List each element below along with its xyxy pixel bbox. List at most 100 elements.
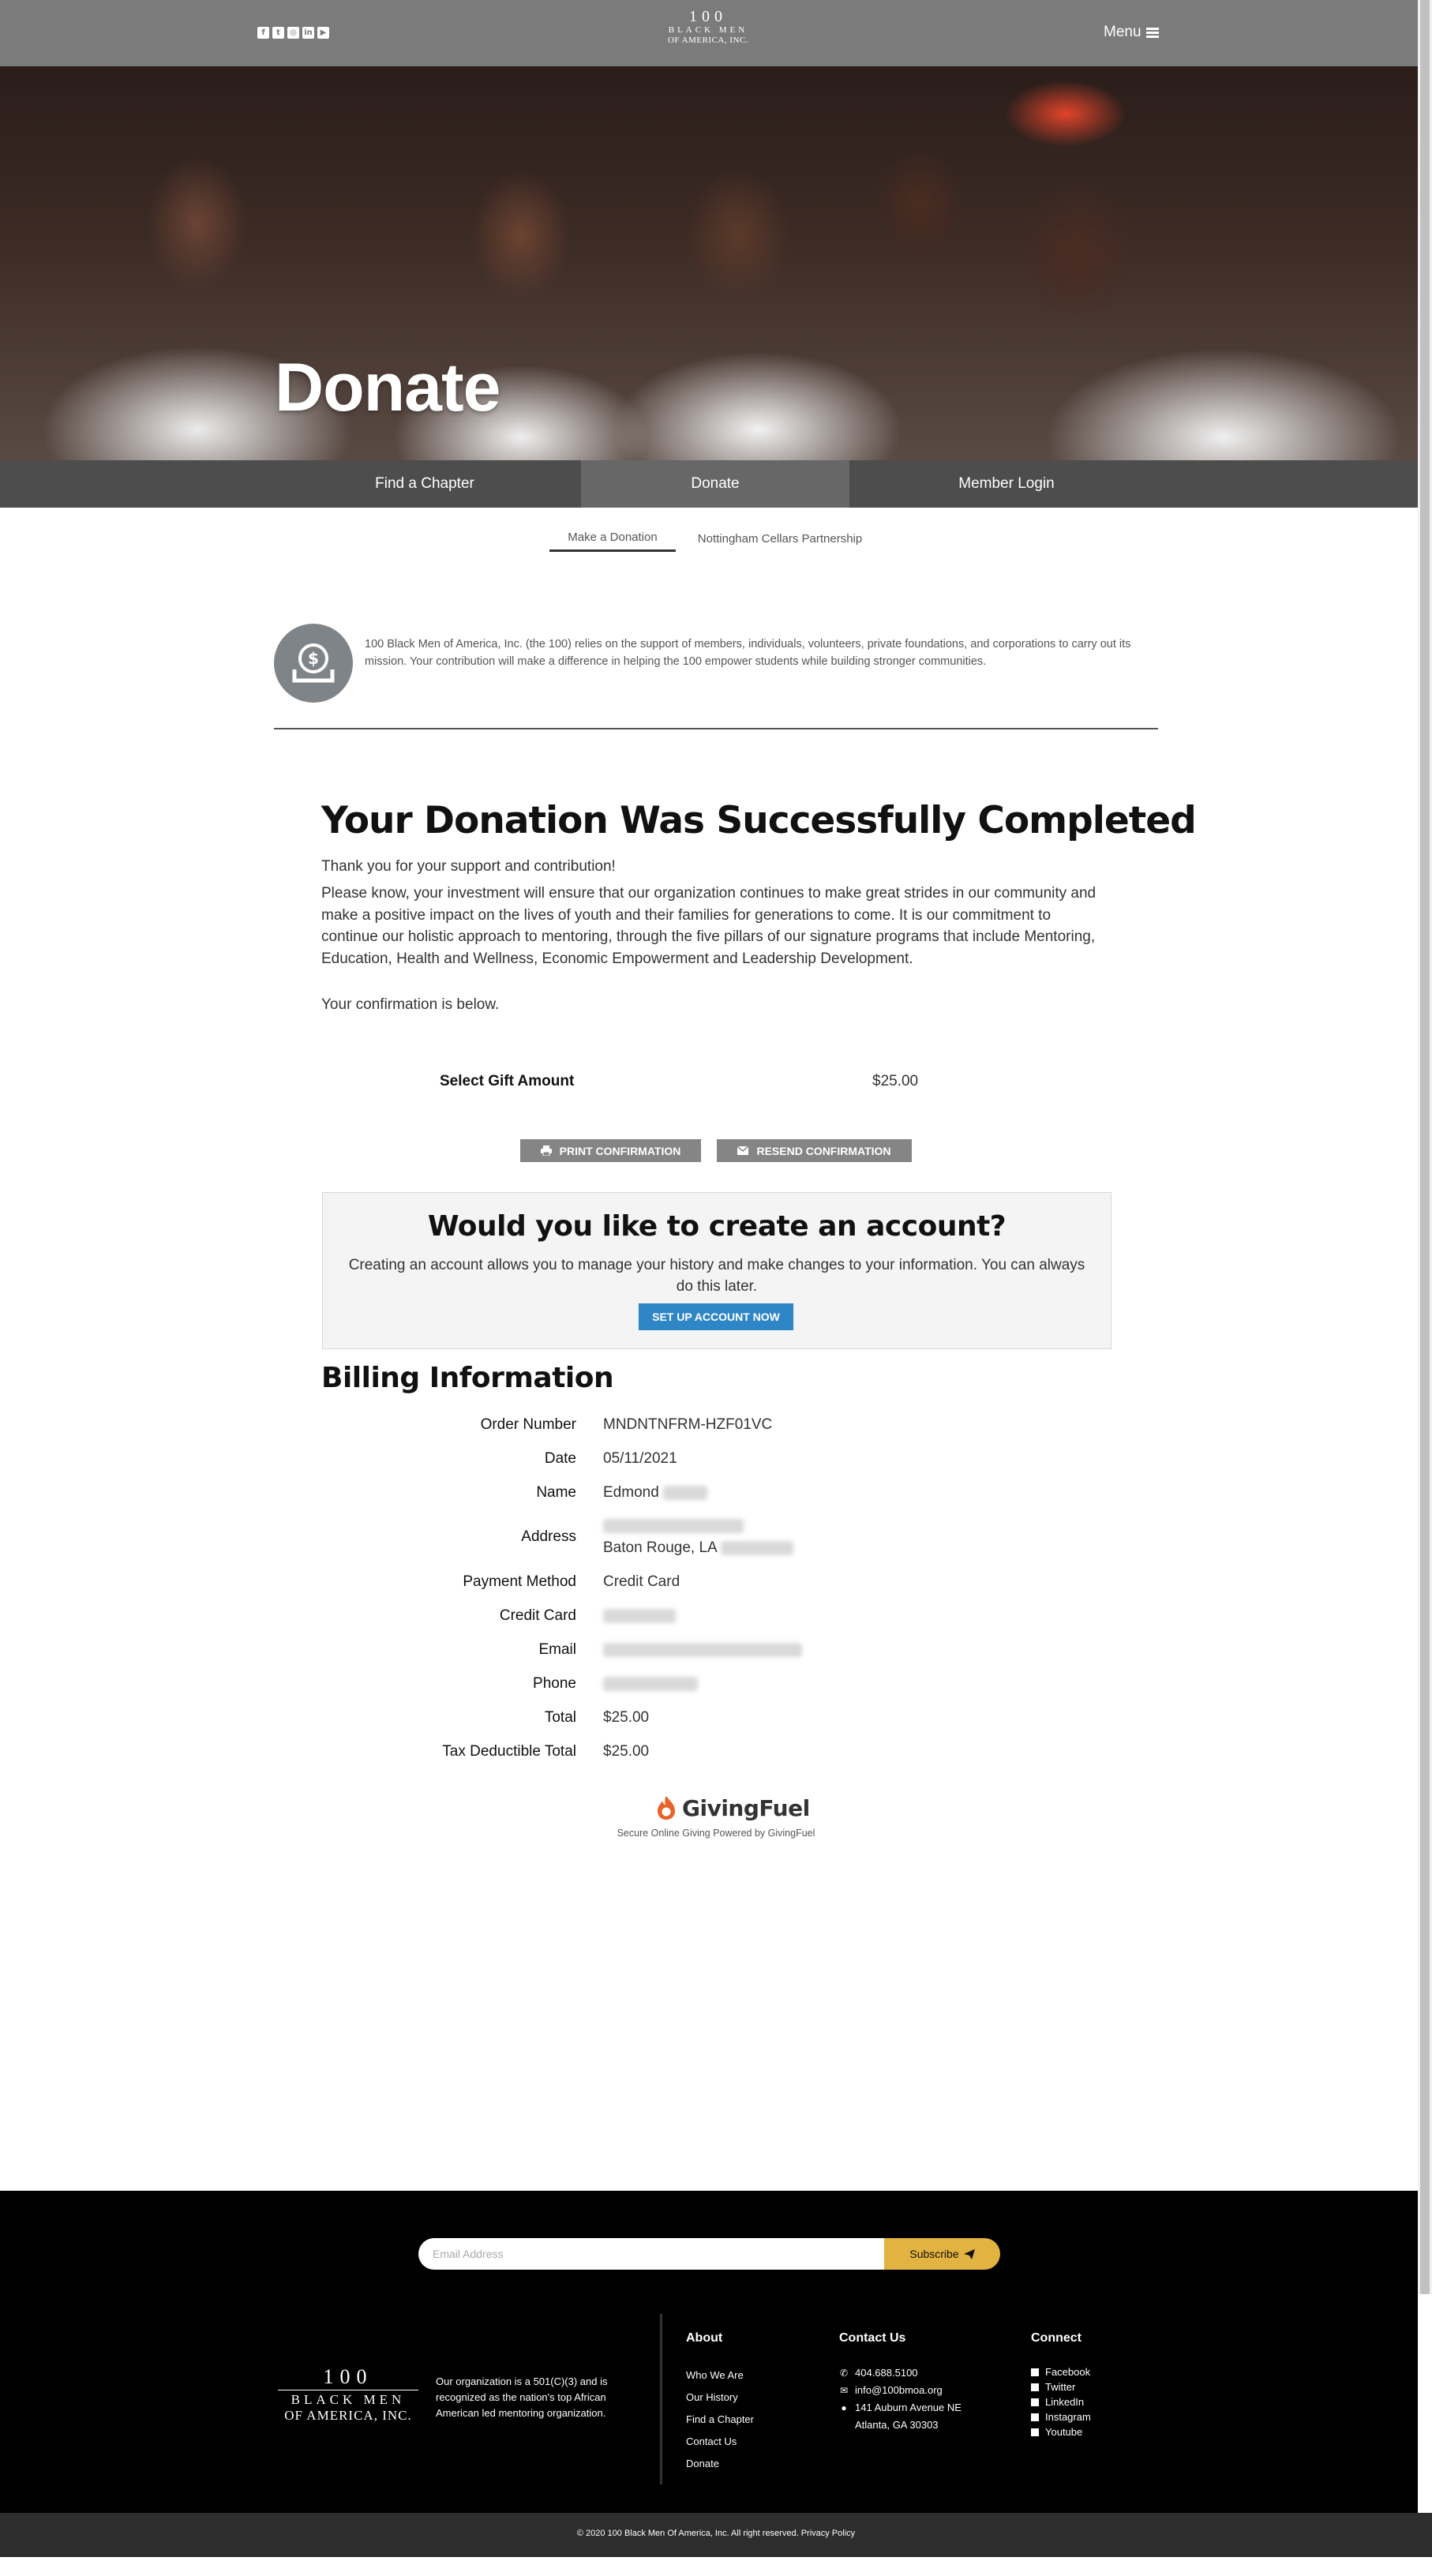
site-logo[interactable]: 100 BLACK MEN OF AMERICA, INC.	[641, 8, 775, 46]
twitter-icon	[1031, 2383, 1039, 2391]
billing-label: Total	[544, 1709, 576, 1726]
youtube-icon[interactable]: ▶	[317, 27, 329, 39]
footer-link[interactable]: Find a Chapter	[686, 2409, 754, 2431]
billing-label: Email	[538, 1641, 576, 1658]
redacted-text	[663, 1485, 708, 1500]
gift-amount-label: Select Gift Amount	[440, 1073, 575, 1089]
donation-icon: $	[274, 624, 353, 703]
footer-connect-title: Connect	[1031, 2331, 1081, 2345]
tab-member-login[interactable]: Member Login	[849, 460, 1164, 508]
success-heading: Your Donation Was Successfully Completed	[321, 799, 1197, 842]
flame-icon	[658, 1796, 675, 1820]
redacted-text	[603, 1518, 744, 1533]
subtab-make-a-donation[interactable]: Make a Donation	[549, 525, 676, 552]
newsletter-email-input[interactable]: Email Address	[418, 2238, 884, 2270]
tab-find-a-chapter[interactable]: Find a Chapter	[268, 460, 581, 508]
footer-address: ● 141 Auburn Avenue NE	[839, 2399, 962, 2417]
billing-value: Edmond	[603, 1484, 708, 1502]
billing-address-city: Baton Rouge, LA	[603, 1539, 717, 1556]
phone-icon: ✆	[839, 2368, 849, 2379]
instagram-icon[interactable]: ◎	[287, 27, 299, 39]
printer-icon	[540, 1146, 552, 1156]
footer-email[interactable]: ✉ info@100bmoa.org	[839, 2382, 962, 2399]
footer-link[interactable]: Contact Us	[686, 2431, 754, 2453]
hamburger-icon	[1145, 27, 1159, 38]
footer-link[interactable]: Our History	[686, 2387, 754, 2409]
copyright-text: © 2020 100 Black Men Of America, Inc. Al…	[576, 2529, 856, 2538]
footer-logo[interactable]: 100 BLACK MEN OF AMERICA, INC.	[278, 2366, 418, 2424]
footer-about-column: About Who We Are Our History Find a Chap…	[686, 2331, 754, 2475]
billing-label: Date	[544, 1450, 576, 1467]
footer-about-text: Our organization is a 501(C)(3) and is r…	[436, 2375, 608, 2419]
menu-label: Menu	[1104, 24, 1141, 40]
print-confirmation-label: PRINT CONFIRMATION	[559, 1144, 681, 1157]
set-up-account-button[interactable]: SET UP ACCOUNT NOW	[639, 1303, 793, 1330]
print-confirmation-button[interactable]: PRINT CONFIRMATION	[520, 1139, 701, 1162]
resend-confirmation-label: RESEND CONFIRMATION	[756, 1144, 891, 1157]
instagram-icon	[1031, 2413, 1039, 2421]
tab-donate[interactable]: Donate	[581, 460, 849, 508]
footer-divider	[660, 2314, 662, 2484]
subscribe-button[interactable]: Subscribe	[884, 2238, 1000, 2270]
billing-label: Address	[521, 1528, 576, 1545]
billing-value	[603, 1641, 802, 1659]
redacted-text	[603, 1642, 802, 1657]
givingfuel-logo[interactable]: GivingFuel	[655, 1794, 810, 1821]
footer-instagram-link[interactable]: Instagram	[1031, 2409, 1091, 2424]
footer-link[interactable]: Who We Are	[686, 2364, 754, 2387]
billing-label: Tax Deductible Total	[442, 1743, 576, 1760]
billing-value: $25.00	[603, 1709, 650, 1726]
envelope-icon	[737, 1146, 749, 1155]
footer-youtube-link[interactable]: Youtube	[1031, 2424, 1091, 2439]
footer-phone[interactable]: ✆ 404.688.5100	[839, 2364, 962, 2382]
paper-plane-icon	[963, 2248, 975, 2259]
investment-paragraph: Please know, your investment will ensure…	[321, 885, 1096, 967]
billing-value: Credit Card	[603, 1573, 680, 1590]
subtab-nottingham-cellars[interactable]: Nottingham Cellars Partnership	[684, 525, 876, 552]
footer-linkedin-link[interactable]: LinkedIn	[1031, 2394, 1091, 2409]
facebook-icon[interactable]: f	[257, 27, 269, 39]
thanks-text: Thank you for your support and contribut…	[321, 858, 616, 875]
menu-button[interactable]: Menu	[1104, 24, 1159, 41]
linkedin-icon	[1031, 2398, 1039, 2406]
billing-value: $25.00	[603, 1743, 650, 1760]
create-account-text: Creating an account allows you to manage…	[348, 1257, 1085, 1295]
billing-value	[603, 1675, 698, 1693]
site-header: f t ◎ in ▶ 100 BLACK MEN OF AMERICA, INC…	[0, 0, 1418, 66]
create-account-panel: Would you like to create an account? Cre…	[322, 1192, 1111, 1349]
footer-twitter-link[interactable]: Twitter	[1031, 2379, 1091, 2394]
billing-label: Order Number	[480, 1416, 576, 1433]
twitter-icon[interactable]: t	[272, 27, 284, 39]
footer-connect-column: Connect Facebook Twitter LinkedIn Instag…	[1031, 2331, 1091, 2439]
confirmation-note: Your confirmation is below.	[321, 996, 500, 1013]
billing-value	[603, 1607, 676, 1625]
redacted-text	[603, 1608, 676, 1623]
subscribe-label: Subscribe	[909, 2248, 959, 2260]
linkedin-icon[interactable]: in	[302, 27, 314, 39]
gift-amount-value: $25.00	[872, 1073, 919, 1089]
footer-about-title: About	[686, 2331, 723, 2345]
site-footer: Email Address Subscribe 100 BLACK MEN OF…	[0, 2191, 1418, 2513]
email-icon: ✉	[839, 2385, 849, 2396]
resend-confirmation-button[interactable]: RESEND CONFIRMATION	[717, 1139, 912, 1162]
redacted-text	[603, 1676, 698, 1691]
hero-title: Donate	[275, 350, 500, 426]
billing-label: Credit Card	[499, 1607, 576, 1624]
social-links: f t ◎ in ▶	[257, 27, 329, 39]
intro-text: 100 Black Men of America, Inc. (the 100)…	[365, 638, 1131, 668]
billing-label: Phone	[533, 1675, 576, 1692]
redacted-text	[720, 1540, 793, 1555]
billing-label: Payment Method	[463, 1573, 576, 1590]
scrollbar-thumb[interactable]	[1420, 0, 1430, 2294]
footer-contact-title: Contact Us	[839, 2331, 906, 2345]
section-tabs: Find a Chapter Donate Member Login	[0, 460, 1432, 508]
billing-heading: Billing Information	[321, 1362, 614, 1394]
divider	[274, 728, 1158, 729]
footer-link[interactable]: Donate	[686, 2453, 754, 2475]
footer-facebook-link[interactable]: Facebook	[1031, 2364, 1091, 2379]
billing-value	[603, 1517, 744, 1535]
scrollbar[interactable]	[1418, 0, 1432, 2294]
hero-image: Donate	[0, 66, 1432, 460]
givingfuel-tagline: Secure Online Giving Powered by GivingFu…	[617, 1828, 815, 1839]
map-pin-icon: ●	[841, 2402, 847, 2413]
